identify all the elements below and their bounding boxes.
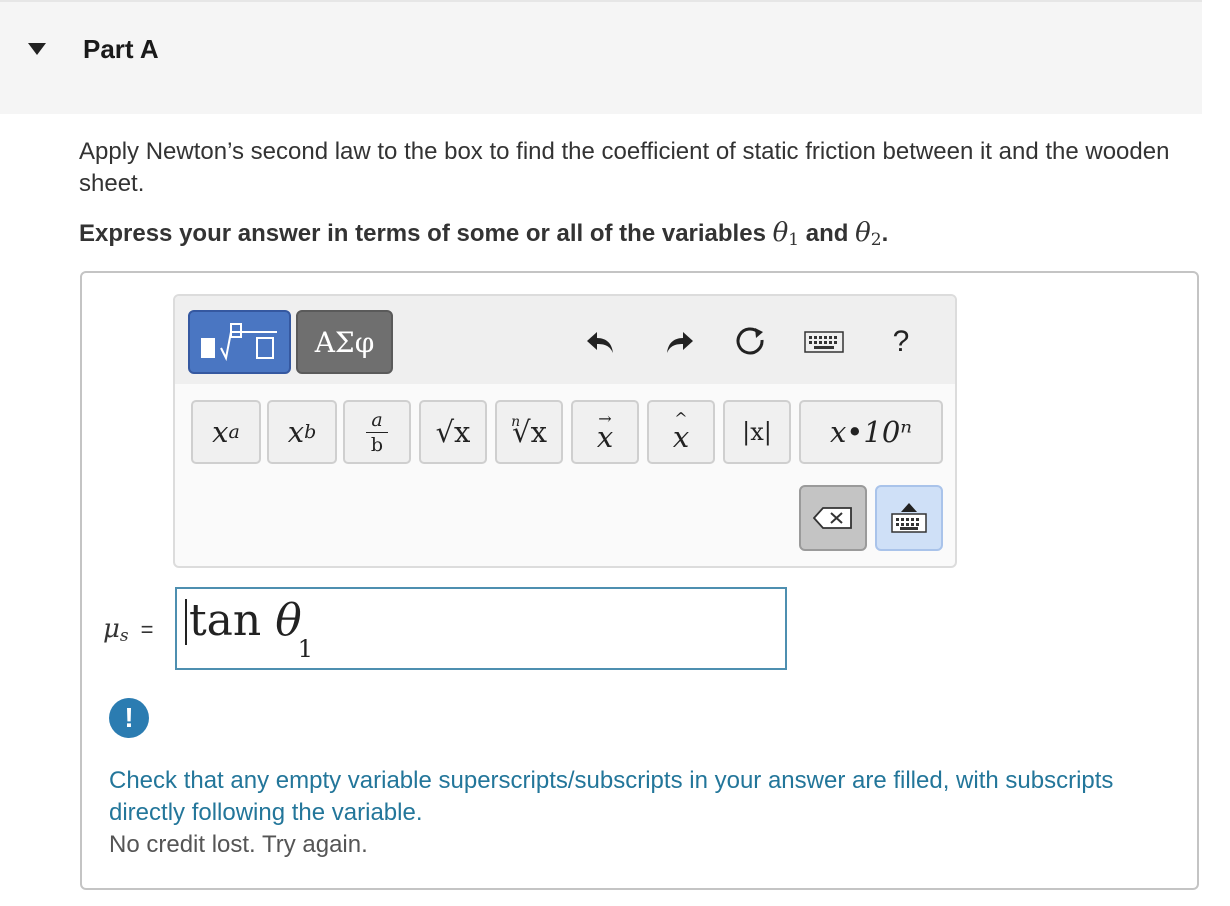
subscript-sub: b <box>304 421 317 443</box>
answer-expression: tan θ1 <box>189 595 317 663</box>
absolute-value-button[interactable]: |x| <box>723 400 791 464</box>
keyboard-icon <box>891 513 927 533</box>
mu-symbol: μ <box>103 614 120 644</box>
variable-theta1: θ <box>772 218 789 248</box>
subscript-base: x <box>287 415 305 449</box>
math-toolbar: ΑΣφ ? xa xb a b √x n √x → x ^ x |x| x•10… <box>173 294 957 568</box>
backspace-icon <box>813 507 852 529</box>
mu-subscript: s <box>119 626 129 646</box>
feedback-block: Check that any empty variable superscrip… <box>109 765 1159 861</box>
nth-root-index: n <box>511 414 521 430</box>
sqrt-button[interactable]: √x <box>419 400 487 464</box>
question-prompt: Apply Newton’s second law to the box to … <box>79 138 1170 197</box>
collapse-caret-icon[interactable] <box>28 43 46 55</box>
instruction-period: . <box>881 220 889 247</box>
greek-mode-button[interactable]: ΑΣφ <box>296 310 393 374</box>
answer-subscript: 1 <box>297 635 314 663</box>
fraction-num: a <box>371 408 383 431</box>
variable-theta2-sub: 2 <box>870 230 882 250</box>
answer-instruction: Express your answer in terms of some or … <box>79 218 888 250</box>
nth-root-button[interactable]: n √x <box>495 400 563 464</box>
part-title: Part A <box>83 34 159 64</box>
warning-icon: ! <box>109 698 149 738</box>
superscript-exp: a <box>228 421 240 443</box>
vector-button[interactable]: → x <box>571 400 639 464</box>
show-keyboard-button[interactable] <box>875 485 943 551</box>
fraction-bar <box>366 431 388 433</box>
part-header[interactable]: Part A <box>0 2 1202 114</box>
scinot-glyph: x•10ⁿ <box>829 415 913 449</box>
abs-glyph: |x| <box>742 418 772 446</box>
superscript-button[interactable]: xa <box>191 400 261 464</box>
undo-icon[interactable] <box>583 322 619 362</box>
fraction-button[interactable]: a b <box>343 400 411 464</box>
variable-theta2: θ <box>855 218 871 248</box>
templates-mode-button[interactable] <box>188 310 291 374</box>
feedback-message: Check that any empty variable superscrip… <box>109 767 1114 826</box>
triangle-up-icon <box>901 503 917 512</box>
instruction-conj: and <box>805 220 849 247</box>
fraction-glyph: a b <box>366 410 388 455</box>
answer-label: μs = <box>103 614 154 646</box>
sqrt-glyph: √x <box>435 415 471 449</box>
answer-input[interactable]: tan θ1 <box>175 587 787 670</box>
unit-vector-button[interactable]: ^ x <box>647 400 715 464</box>
templates-icon <box>200 323 277 362</box>
superscript-base: x <box>212 415 229 449</box>
reset-icon[interactable] <box>731 322 771 362</box>
delete-button[interactable] <box>799 485 867 551</box>
answer-func: tan <box>189 595 262 646</box>
keyboard-icon[interactable] <box>803 322 845 362</box>
feedback-credit: No credit lost. Try again. <box>109 831 368 858</box>
fraction-den: b <box>370 433 384 456</box>
text-cursor <box>185 599 187 645</box>
unit-vector-glyph: x <box>672 420 690 454</box>
equals-sign: = <box>140 617 154 642</box>
instruction-text: Express your answer in terms of some or … <box>79 220 766 247</box>
vector-glyph: x <box>596 420 614 454</box>
help-icon[interactable]: ? <box>885 322 917 362</box>
redo-icon[interactable] <box>661 322 697 362</box>
subscript-button[interactable]: xb <box>267 400 337 464</box>
scientific-notation-button[interactable]: x•10ⁿ <box>799 400 943 464</box>
variable-theta1-sub: 1 <box>788 230 800 250</box>
